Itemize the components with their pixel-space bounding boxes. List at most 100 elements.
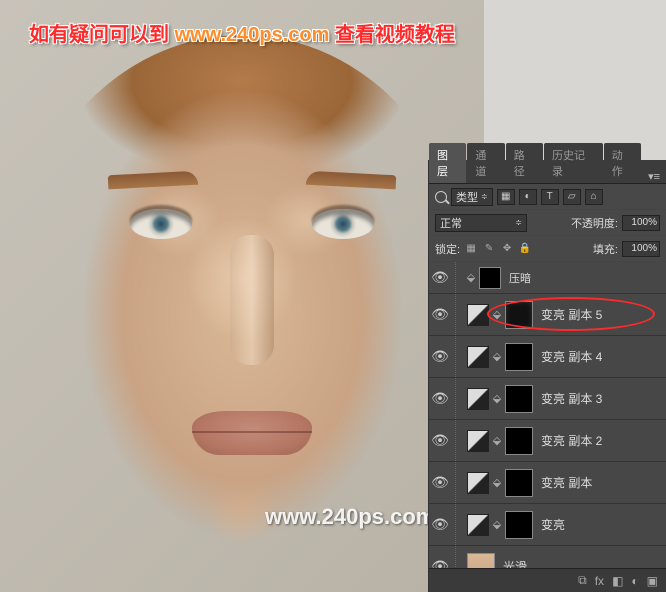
overlay-seg3: 查看视频教程: [335, 24, 455, 46]
link-icon[interactable]: ⬙: [491, 476, 503, 489]
adjustment-thumb[interactable]: [467, 346, 489, 368]
kind-dropdown[interactable]: 类型 ≑: [451, 188, 493, 206]
link-icon[interactable]: ⬙: [491, 434, 503, 447]
visibility-toggle[interactable]: 👁: [429, 474, 451, 491]
layer-mask-thumb[interactable]: [505, 385, 533, 413]
panel-tabs: 图层 通道 路径 历史记录 动作 ▾≡: [429, 160, 666, 184]
adjustment-thumb[interactable]: [467, 304, 489, 326]
layer-row[interactable]: 👁 ⬙ 变亮 副本 5: [429, 294, 666, 336]
eye-right: [312, 209, 374, 239]
layer-mask-thumb[interactable]: [505, 301, 533, 329]
canvas-viewport[interactable]: 如有疑问可以到 www.240ps.com 查看视频教程 www.240ps.c…: [0, 0, 484, 592]
filter-pixel-icon[interactable]: ▦: [497, 189, 515, 205]
link-icon[interactable]: ⬙: [491, 518, 503, 531]
filter-row: 类型 ≑ ▦ ◐ T ▱ ⌂: [429, 184, 666, 210]
layer-row[interactable]: 👁 ⬙ 压暗: [429, 262, 666, 294]
tab-actions[interactable]: 动作: [604, 143, 641, 183]
lock-icons: ▦ ✎ ✥ 🔒: [464, 242, 532, 256]
indent: [455, 546, 465, 568]
layer-mask-thumb[interactable]: [505, 343, 533, 371]
adjustment-thumb[interactable]: [467, 472, 489, 494]
indent: [455, 294, 465, 335]
layer-name[interactable]: 压暗: [509, 270, 531, 286]
layer-name[interactable]: 光滑: [503, 558, 527, 568]
filter-type-icon[interactable]: T: [541, 189, 559, 205]
overlay-seg2: www.240ps.com: [175, 24, 330, 46]
layer-name[interactable]: 变亮 副本: [541, 474, 592, 491]
lock-all-icon[interactable]: 🔒: [518, 242, 532, 256]
layer-name[interactable]: 变亮: [541, 516, 565, 533]
adjustment-thumb[interactable]: [467, 388, 489, 410]
layer-row[interactable]: 👁 ⬙ 变亮 副本 4: [429, 336, 666, 378]
indent: [455, 420, 465, 461]
eye-left: [130, 209, 192, 239]
filter-shape-icon[interactable]: ▱: [563, 189, 581, 205]
search-icon[interactable]: [435, 191, 447, 203]
layer-name[interactable]: 变亮 副本 3: [541, 390, 602, 407]
indent: [455, 462, 465, 503]
folder-icon[interactable]: ▣: [647, 574, 658, 588]
brow-left: [108, 171, 199, 190]
blend-mode-dropdown[interactable]: 正常 ≑: [435, 214, 527, 232]
brow-right: [306, 171, 397, 190]
fx-icon[interactable]: fx: [595, 574, 604, 588]
tab-history[interactable]: 历史记录: [544, 143, 603, 183]
opacity-input[interactable]: 100%: [622, 215, 660, 231]
lock-label: 锁定:: [435, 241, 460, 257]
link-icon[interactable]: ⬙: [465, 271, 477, 284]
visibility-toggle[interactable]: 👁: [429, 516, 451, 533]
fill-label: 填充:: [593, 241, 618, 257]
adjustment-thumb[interactable]: [467, 430, 489, 452]
layer-row[interactable]: 👁 ⬙ 变亮 副本: [429, 462, 666, 504]
layer-thumb[interactable]: [467, 553, 495, 569]
filter-adjust-icon[interactable]: ◐: [519, 189, 537, 205]
panel-menu-icon[interactable]: ▾≡: [642, 170, 666, 183]
adjustment-thumb[interactable]: [467, 514, 489, 536]
tab-paths[interactable]: 路径: [506, 143, 543, 183]
lock-image-icon[interactable]: ✎: [482, 242, 496, 256]
layer-mask-thumb[interactable]: [505, 469, 533, 497]
link-layers-icon[interactable]: ⧉: [578, 573, 587, 588]
layer-name[interactable]: 变亮 副本 5: [541, 306, 602, 323]
adjustment-icon[interactable]: ◐: [631, 574, 638, 588]
filter-smart-icon[interactable]: ⌂: [585, 189, 603, 205]
link-icon[interactable]: ⬙: [491, 308, 503, 321]
layer-name[interactable]: 变亮 副本 2: [541, 432, 602, 449]
layer-row[interactable]: 👁 ⬙ 变亮 副本 3: [429, 378, 666, 420]
layer-mask-thumb[interactable]: [505, 511, 533, 539]
panel-footer: ⧉ fx ◧ ◐ ▣: [429, 568, 666, 592]
indent: [455, 378, 465, 419]
link-icon[interactable]: ⬙: [491, 350, 503, 363]
add-mask-icon[interactable]: ◧: [612, 574, 623, 588]
layer-mask-thumb[interactable]: [505, 427, 533, 455]
blend-mode-value: 正常: [440, 215, 462, 231]
visibility-toggle[interactable]: 👁: [429, 348, 451, 365]
layer-row[interactable]: 👁 ⬙ 变亮 副本 2: [429, 420, 666, 462]
tab-layers[interactable]: 图层: [429, 143, 466, 183]
layers-list[interactable]: 👁 ⬙ 压暗 👁 ⬙ 变亮 副本 5 👁 ⬙ 变亮 副本 4 👁 ⬙ 变亮 副本 3 👁 ⬙ 变亮 副本 2…: [429, 262, 666, 568]
visibility-toggle[interactable]: 👁: [429, 432, 451, 449]
layer-row[interactable]: 👁 ⬙ 变亮: [429, 504, 666, 546]
lips: [192, 411, 312, 455]
link-icon[interactable]: ⬙: [491, 392, 503, 405]
kind-label: 类型: [456, 189, 478, 205]
chevron-down-icon: ≑: [515, 218, 522, 227]
visibility-toggle[interactable]: 👁: [429, 269, 451, 286]
lock-position-icon[interactable]: ✥: [500, 242, 514, 256]
opacity-label: 不透明度:: [571, 215, 618, 231]
tab-channels[interactable]: 通道: [467, 143, 504, 183]
indent: [455, 504, 465, 545]
watermark: www.240ps.com: [265, 504, 435, 530]
visibility-toggle[interactable]: 👁: [429, 390, 451, 407]
visibility-toggle[interactable]: 👁: [429, 558, 451, 568]
lock-transparent-icon[interactable]: ▦: [464, 242, 478, 256]
layer-row[interactable]: 👁 光滑: [429, 546, 666, 568]
layer-mask-thumb[interactable]: [479, 267, 501, 289]
visibility-toggle[interactable]: 👁: [429, 306, 451, 323]
overlay-caption: 如有疑问可以到 www.240ps.com 查看视频教程: [29, 18, 455, 47]
blend-opacity-row: 正常 ≑ 不透明度: 100%: [429, 210, 666, 236]
lock-fill-row: 锁定: ▦ ✎ ✥ 🔒 填充: 100%: [429, 236, 666, 262]
fill-input[interactable]: 100%: [622, 241, 660, 257]
layer-name[interactable]: 变亮 副本 4: [541, 348, 602, 365]
indent: [455, 262, 465, 293]
